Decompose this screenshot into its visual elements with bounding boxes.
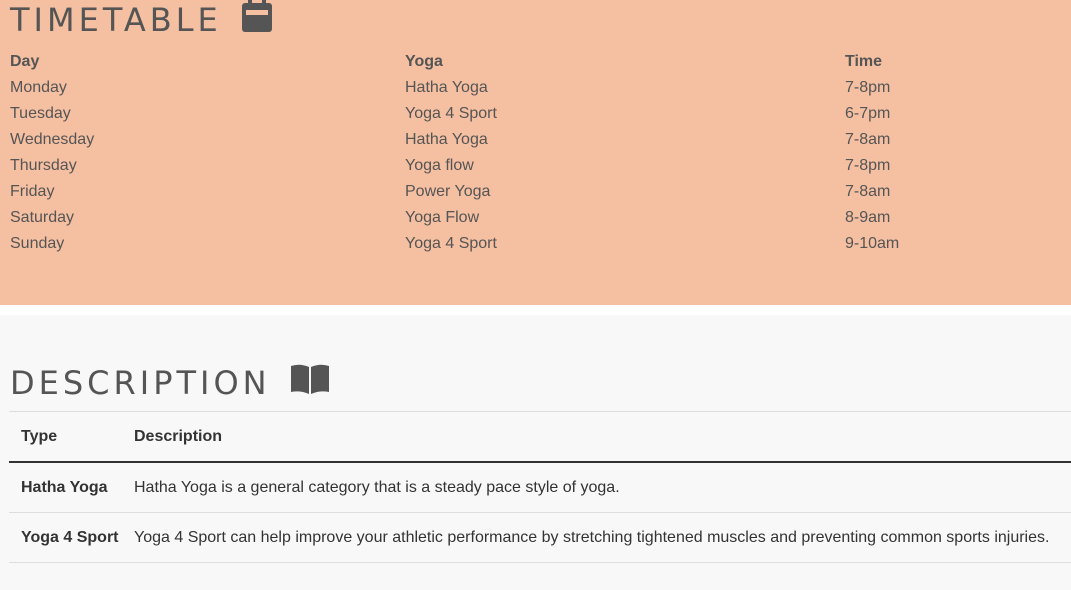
description-heading: DESCRIPTION	[10, 364, 329, 403]
table-row: Yoga 4 Sport Yoga 4 Sport can help impro…	[9, 513, 1071, 563]
time-cell: 7-8pm	[845, 79, 891, 96]
time-cell: 8-9am	[845, 209, 891, 226]
table-row: Tuesday Yoga 4 Sport 6-7pm	[10, 101, 1071, 127]
yoga-cell: Yoga flow	[405, 157, 474, 174]
description-header-row: Type Description	[9, 411, 1071, 462]
book-icon	[290, 364, 329, 399]
time-cell: 7-8am	[845, 183, 891, 200]
table-row: Sunday Yoga 4 Sport 9-10am	[10, 231, 1071, 257]
table-row: Monday Hatha Yoga 7-8pm	[10, 75, 1071, 101]
table-row: Saturday Yoga Flow 8-9am	[10, 205, 1071, 231]
header-type: Type	[21, 428, 58, 445]
type-cell: Hatha Yoga	[21, 479, 108, 496]
day-cell: Monday	[10, 79, 67, 96]
yoga-cell: Yoga 4 Sport	[405, 105, 497, 122]
section-divider	[0, 305, 1071, 315]
table-row: Wednesday Hatha Yoga 7-8am	[10, 127, 1071, 153]
yoga-cell: Hatha Yoga	[405, 79, 488, 96]
yoga-cell: Yoga Flow	[405, 209, 480, 226]
table-row: Thursday Yoga flow 7-8pm	[10, 153, 1071, 179]
calendar-icon	[241, 0, 272, 37]
time-cell: 9-10am	[845, 235, 900, 252]
header-yoga: Yoga	[405, 53, 443, 70]
header-time: Time	[845, 53, 883, 70]
table-row: Friday Power Yoga 7-8am	[10, 179, 1071, 205]
yoga-cell: Yoga 4 Sport	[405, 235, 497, 252]
day-cell: Wednesday	[10, 131, 95, 148]
description-cell: Yoga 4 Sport can help improve your athle…	[134, 529, 1050, 546]
day-cell: Saturday	[10, 209, 75, 226]
day-cell: Friday	[10, 183, 55, 200]
timetable-title: TIMETABLE	[10, 1, 222, 39]
time-cell: 6-7pm	[845, 105, 891, 122]
timetable-table: Day Yoga Time Monday Hatha Yoga 7-8pm Tu…	[10, 49, 1071, 257]
description-table: Type Description Hatha Yoga Hatha Yoga i…	[9, 411, 1071, 563]
table-row: Hatha Yoga Hatha Yoga is a general categ…	[9, 462, 1071, 513]
description-cell: Hatha Yoga is a general category that is…	[134, 479, 620, 496]
yoga-cell: Power Yoga	[405, 183, 491, 200]
day-cell: Thursday	[10, 157, 77, 174]
time-cell: 7-8am	[845, 131, 891, 148]
description-title: DESCRIPTION	[10, 364, 271, 402]
type-cell: Yoga 4 Sport	[21, 529, 119, 546]
timetable-header-row: Day Yoga Time	[10, 49, 1071, 75]
header-day: Day	[10, 53, 40, 70]
day-cell: Sunday	[10, 235, 65, 252]
time-cell: 7-8pm	[845, 157, 891, 174]
day-cell: Tuesday	[10, 105, 71, 122]
timetable-section: TIMETABLE Day Yoga Time Monday Hatha Yog…	[0, 0, 1071, 305]
header-description: Description	[134, 428, 223, 445]
timetable-heading: TIMETABLE	[10, 0, 272, 41]
yoga-cell: Hatha Yoga	[405, 131, 488, 148]
